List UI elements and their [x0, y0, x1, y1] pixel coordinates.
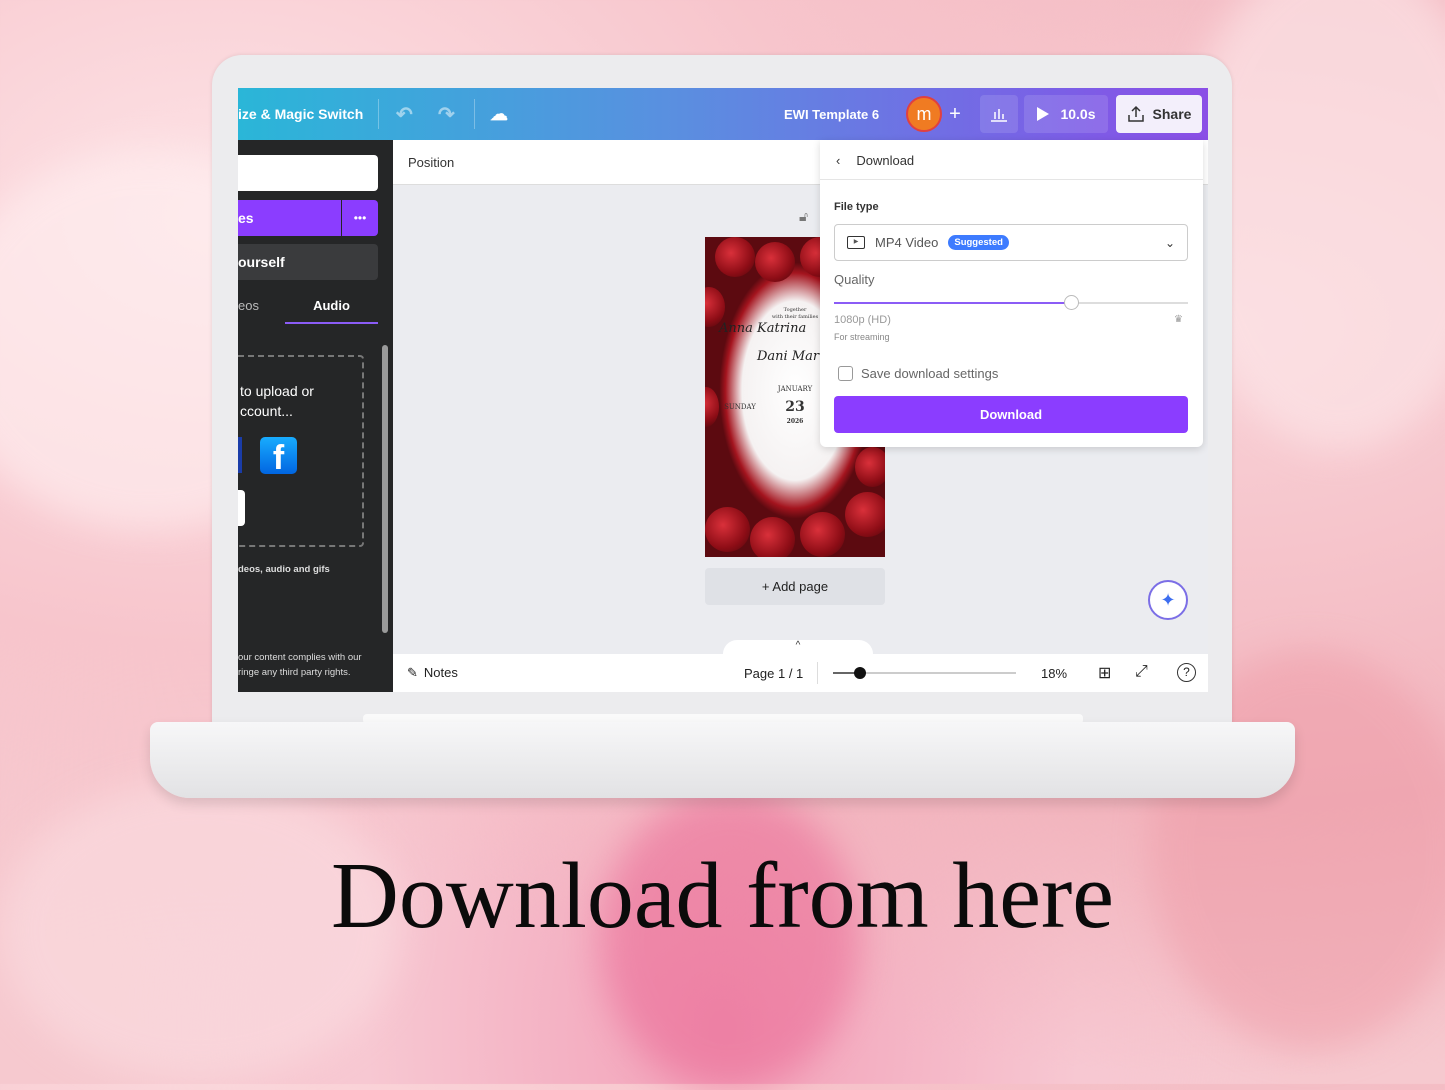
lock-icon[interactable]: 🔓︎ [799, 208, 808, 225]
video-file-icon: ▶ [847, 236, 865, 249]
more-options-button[interactable]: ••• [342, 200, 378, 236]
doc-title-text: EWI Template 6 [784, 106, 880, 122]
upload-files-button[interactable]: es [238, 200, 341, 236]
checkbox-box[interactable] [838, 366, 853, 381]
dropzone-text: to upload or ccount... [240, 381, 314, 421]
tab-label: Audio [313, 298, 350, 313]
record-label: ourself [238, 254, 285, 270]
terms-text: our content complies with our ringe any t… [238, 650, 362, 680]
notes-icon: ✎ [407, 665, 418, 680]
avatar[interactable]: m [906, 96, 942, 132]
sidebar-panel: es ••• ourself eos Audio to upload or cco… [238, 140, 393, 692]
share-button[interactable]: Share [1116, 95, 1202, 133]
chevron-down-icon: ⌄ [1164, 235, 1175, 250]
search-input[interactable] [238, 155, 378, 191]
bottom-bar: ✎ Notes Page 1 / 1 18% ⊞ ⤢ ? [393, 654, 1208, 692]
redo-icon[interactable]: ↷ [438, 88, 455, 140]
page-indicator[interactable]: Page 1 / 1 [744, 666, 803, 681]
share-label: Share [1152, 106, 1192, 122]
top-bar: ize & Magic Switch ↶ ↷ ☁ EWI Template 6 … [238, 88, 1208, 140]
upload-text-line: to upload or [240, 383, 314, 399]
import-button[interactable] [238, 490, 245, 526]
zoom-value[interactable]: 18% [1041, 666, 1067, 681]
avatar-letter: m [916, 103, 932, 124]
cloud-drive-icon[interactable] [238, 437, 242, 473]
resize-label: ize & Magic Switch [238, 106, 364, 122]
tab-videos[interactable]: eos [238, 298, 259, 313]
share-upload-icon [1127, 105, 1144, 122]
position-button[interactable]: Position [408, 155, 454, 170]
file-type-select[interactable]: ▶ MP4 Video Suggested ⌄ [834, 224, 1188, 261]
quality-label: Quality [834, 272, 875, 287]
cloud-saved-icon[interactable]: ☁ [490, 88, 508, 140]
upload-text-line: ccount... [240, 403, 293, 419]
present-play-button[interactable]: 10.0s [1024, 95, 1108, 133]
fullscreen-expand-icon[interactable]: ⤢ [1135, 663, 1148, 681]
download-panel-header: ‹ Download [820, 140, 1203, 180]
resize-magic-switch-button[interactable]: ize & Magic Switch [238, 88, 363, 140]
insights-chart-icon[interactable] [980, 95, 1018, 133]
download-button[interactable]: Download [834, 396, 1188, 433]
notes-button[interactable]: ✎ Notes [407, 665, 458, 681]
laptop-base [150, 722, 1295, 798]
add-page-button[interactable]: + Add page [705, 568, 885, 605]
file-type-value: MP4 Video [875, 235, 939, 250]
download-button-label: Download [979, 407, 1043, 422]
duration-text: 10.0s [1060, 106, 1096, 122]
quality-slider[interactable] [834, 295, 1188, 310]
undo-icon[interactable]: ↶ [396, 88, 413, 140]
document-title[interactable]: EWI Template 6 [784, 88, 879, 140]
editor-screen: ize & Magic Switch ↶ ↷ ☁ EWI Template 6 … [238, 88, 1208, 692]
tab-audio[interactable]: Audio [285, 286, 378, 324]
zoom-slider-thumb[interactable] [854, 667, 867, 679]
facebook-icon[interactable]: f [260, 437, 297, 474]
formats-text: deos, audio and gifs [238, 564, 330, 575]
play-icon [1037, 107, 1050, 121]
quality-note: For streaming [834, 332, 890, 342]
premium-crown-icon: ♛ [1174, 314, 1183, 325]
back-chevron-icon[interactable]: ‹ [836, 153, 840, 168]
suggested-badge: Suggested [948, 235, 1009, 250]
download-panel: ‹ Download File type ▶ MP4 Video Suggeste… [820, 140, 1203, 447]
headline: Download from here [330, 844, 1115, 948]
quality-value: 1080p (HD) [834, 314, 891, 326]
quality-slider-thumb[interactable] [1064, 295, 1080, 310]
terms-line: ringe any third party rights. [238, 667, 351, 678]
add-collaborator-button[interactable]: + [942, 88, 968, 140]
upload-dropzone[interactable]: to upload or ccount... f [238, 355, 364, 547]
more-dots-icon: ••• [353, 211, 367, 225]
upload-label: es [238, 210, 254, 226]
add-page-label: + Add page [761, 579, 829, 594]
save-download-settings-checkbox[interactable]: Save download settings [838, 366, 998, 381]
tab-label: eos [238, 298, 259, 313]
sidebar-scrollbar[interactable] [382, 345, 388, 633]
terms-line: our content complies with our [238, 652, 362, 663]
record-yourself-button[interactable]: ourself [238, 244, 378, 280]
checkbox-label: Save download settings [861, 366, 999, 381]
notes-label: Notes [423, 665, 458, 680]
quality-slider-fill [834, 302, 1072, 304]
panel-title: Download [856, 153, 915, 168]
zoom-slider[interactable] [833, 667, 1016, 679]
file-type-label: File type [834, 201, 879, 213]
help-icon[interactable]: ? [1177, 663, 1196, 682]
grid-view-icon[interactable]: ⊞ [1098, 663, 1111, 683]
magic-assistant-sparkle-icon[interactable]: ✦ [1148, 580, 1188, 620]
